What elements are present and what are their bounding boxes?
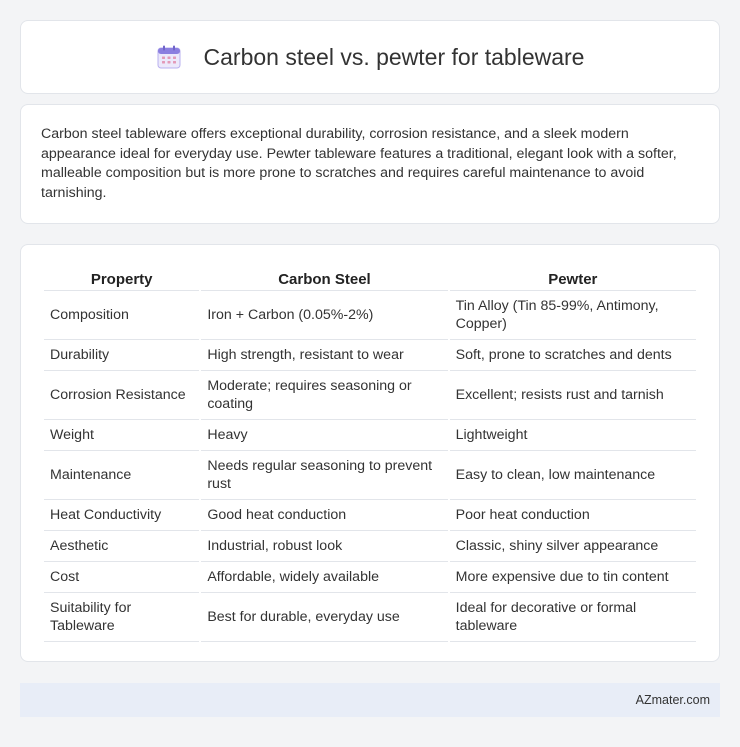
title-card: Carbon steel vs. pewter for tableware (20, 20, 720, 94)
carbon-steel-cell: Industrial, robust look (201, 531, 448, 562)
footer-brand: AZmater.com (635, 693, 710, 707)
table-card: Property Carbon Steel Pewter Composition… (20, 244, 720, 662)
title-wrap: Carbon steel vs. pewter for tableware (156, 43, 585, 71)
pewter-cell: Lightweight (449, 420, 696, 451)
footer: AZmater.com (20, 683, 720, 717)
page-title: Carbon steel vs. pewter for tableware (203, 43, 585, 70)
property-cell: Heat Conductivity (44, 500, 200, 531)
table-row: Maintenance Needs regular seasoning to p… (44, 451, 696, 500)
pewter-cell: Ideal for decorative or formal tableware (449, 593, 696, 642)
pewter-cell: Poor heat conduction (449, 500, 696, 531)
carbon-steel-cell: Best for durable, everyday use (201, 593, 448, 642)
intro-text: Carbon steel tableware offers exceptiona… (41, 126, 677, 201)
table-row: Durability High strength, resistant to w… (44, 340, 696, 371)
carbon-steel-cell: Affordable, widely available (201, 562, 448, 593)
table-header-row: Property Carbon Steel Pewter (44, 265, 696, 291)
table-row: Corrosion Resistance Moderate; requires … (44, 371, 696, 420)
carbon-steel-cell: Heavy (201, 420, 448, 451)
table-row: Heat Conductivity Good heat conduction P… (44, 500, 696, 531)
pewter-cell: Soft, prone to scratches and dents (449, 340, 696, 371)
comparison-table: Property Carbon Steel Pewter Composition… (42, 265, 698, 642)
table-row: Weight Heavy Lightweight (44, 420, 696, 451)
table-row: Composition Iron + Carbon (0.05%-2%) Tin… (44, 291, 696, 340)
column-header-pewter: Pewter (449, 265, 696, 291)
property-cell: Durability (44, 340, 200, 371)
carbon-steel-cell: Moderate; requires seasoning or coating (201, 371, 448, 420)
carbon-steel-cell: High strength, resistant to wear (201, 340, 448, 371)
intro-card: Carbon steel tableware offers exceptiona… (20, 104, 720, 224)
pewter-cell: More expensive due to tin content (449, 562, 696, 593)
property-cell: Cost (44, 562, 200, 593)
property-cell: Composition (44, 291, 200, 340)
column-header-carbon-steel: Carbon Steel (201, 265, 448, 291)
table-row: Aesthetic Industrial, robust look Classi… (44, 531, 696, 562)
column-header-property: Property (44, 265, 200, 291)
property-cell: Maintenance (44, 451, 200, 500)
carbon-steel-cell: Good heat conduction (201, 500, 448, 531)
table-row: Cost Affordable, widely available More e… (44, 562, 696, 593)
carbon-steel-cell: Needs regular seasoning to prevent rust (201, 451, 448, 500)
calendar-icon (156, 44, 182, 70)
property-cell: Corrosion Resistance (44, 371, 200, 420)
pewter-cell: Tin Alloy (Tin 85-99%, Antimony, Copper) (449, 291, 696, 340)
pewter-cell: Excellent; resists rust and tarnish (449, 371, 696, 420)
carbon-steel-cell: Iron + Carbon (0.05%-2%) (201, 291, 448, 340)
table-row: Suitability for Tableware Best for durab… (44, 593, 696, 642)
property-cell: Suitability for Tableware (44, 593, 200, 642)
pewter-cell: Easy to clean, low maintenance (449, 451, 696, 500)
pewter-cell: Classic, shiny silver appearance (449, 531, 696, 562)
property-cell: Weight (44, 420, 200, 451)
property-cell: Aesthetic (44, 531, 200, 562)
